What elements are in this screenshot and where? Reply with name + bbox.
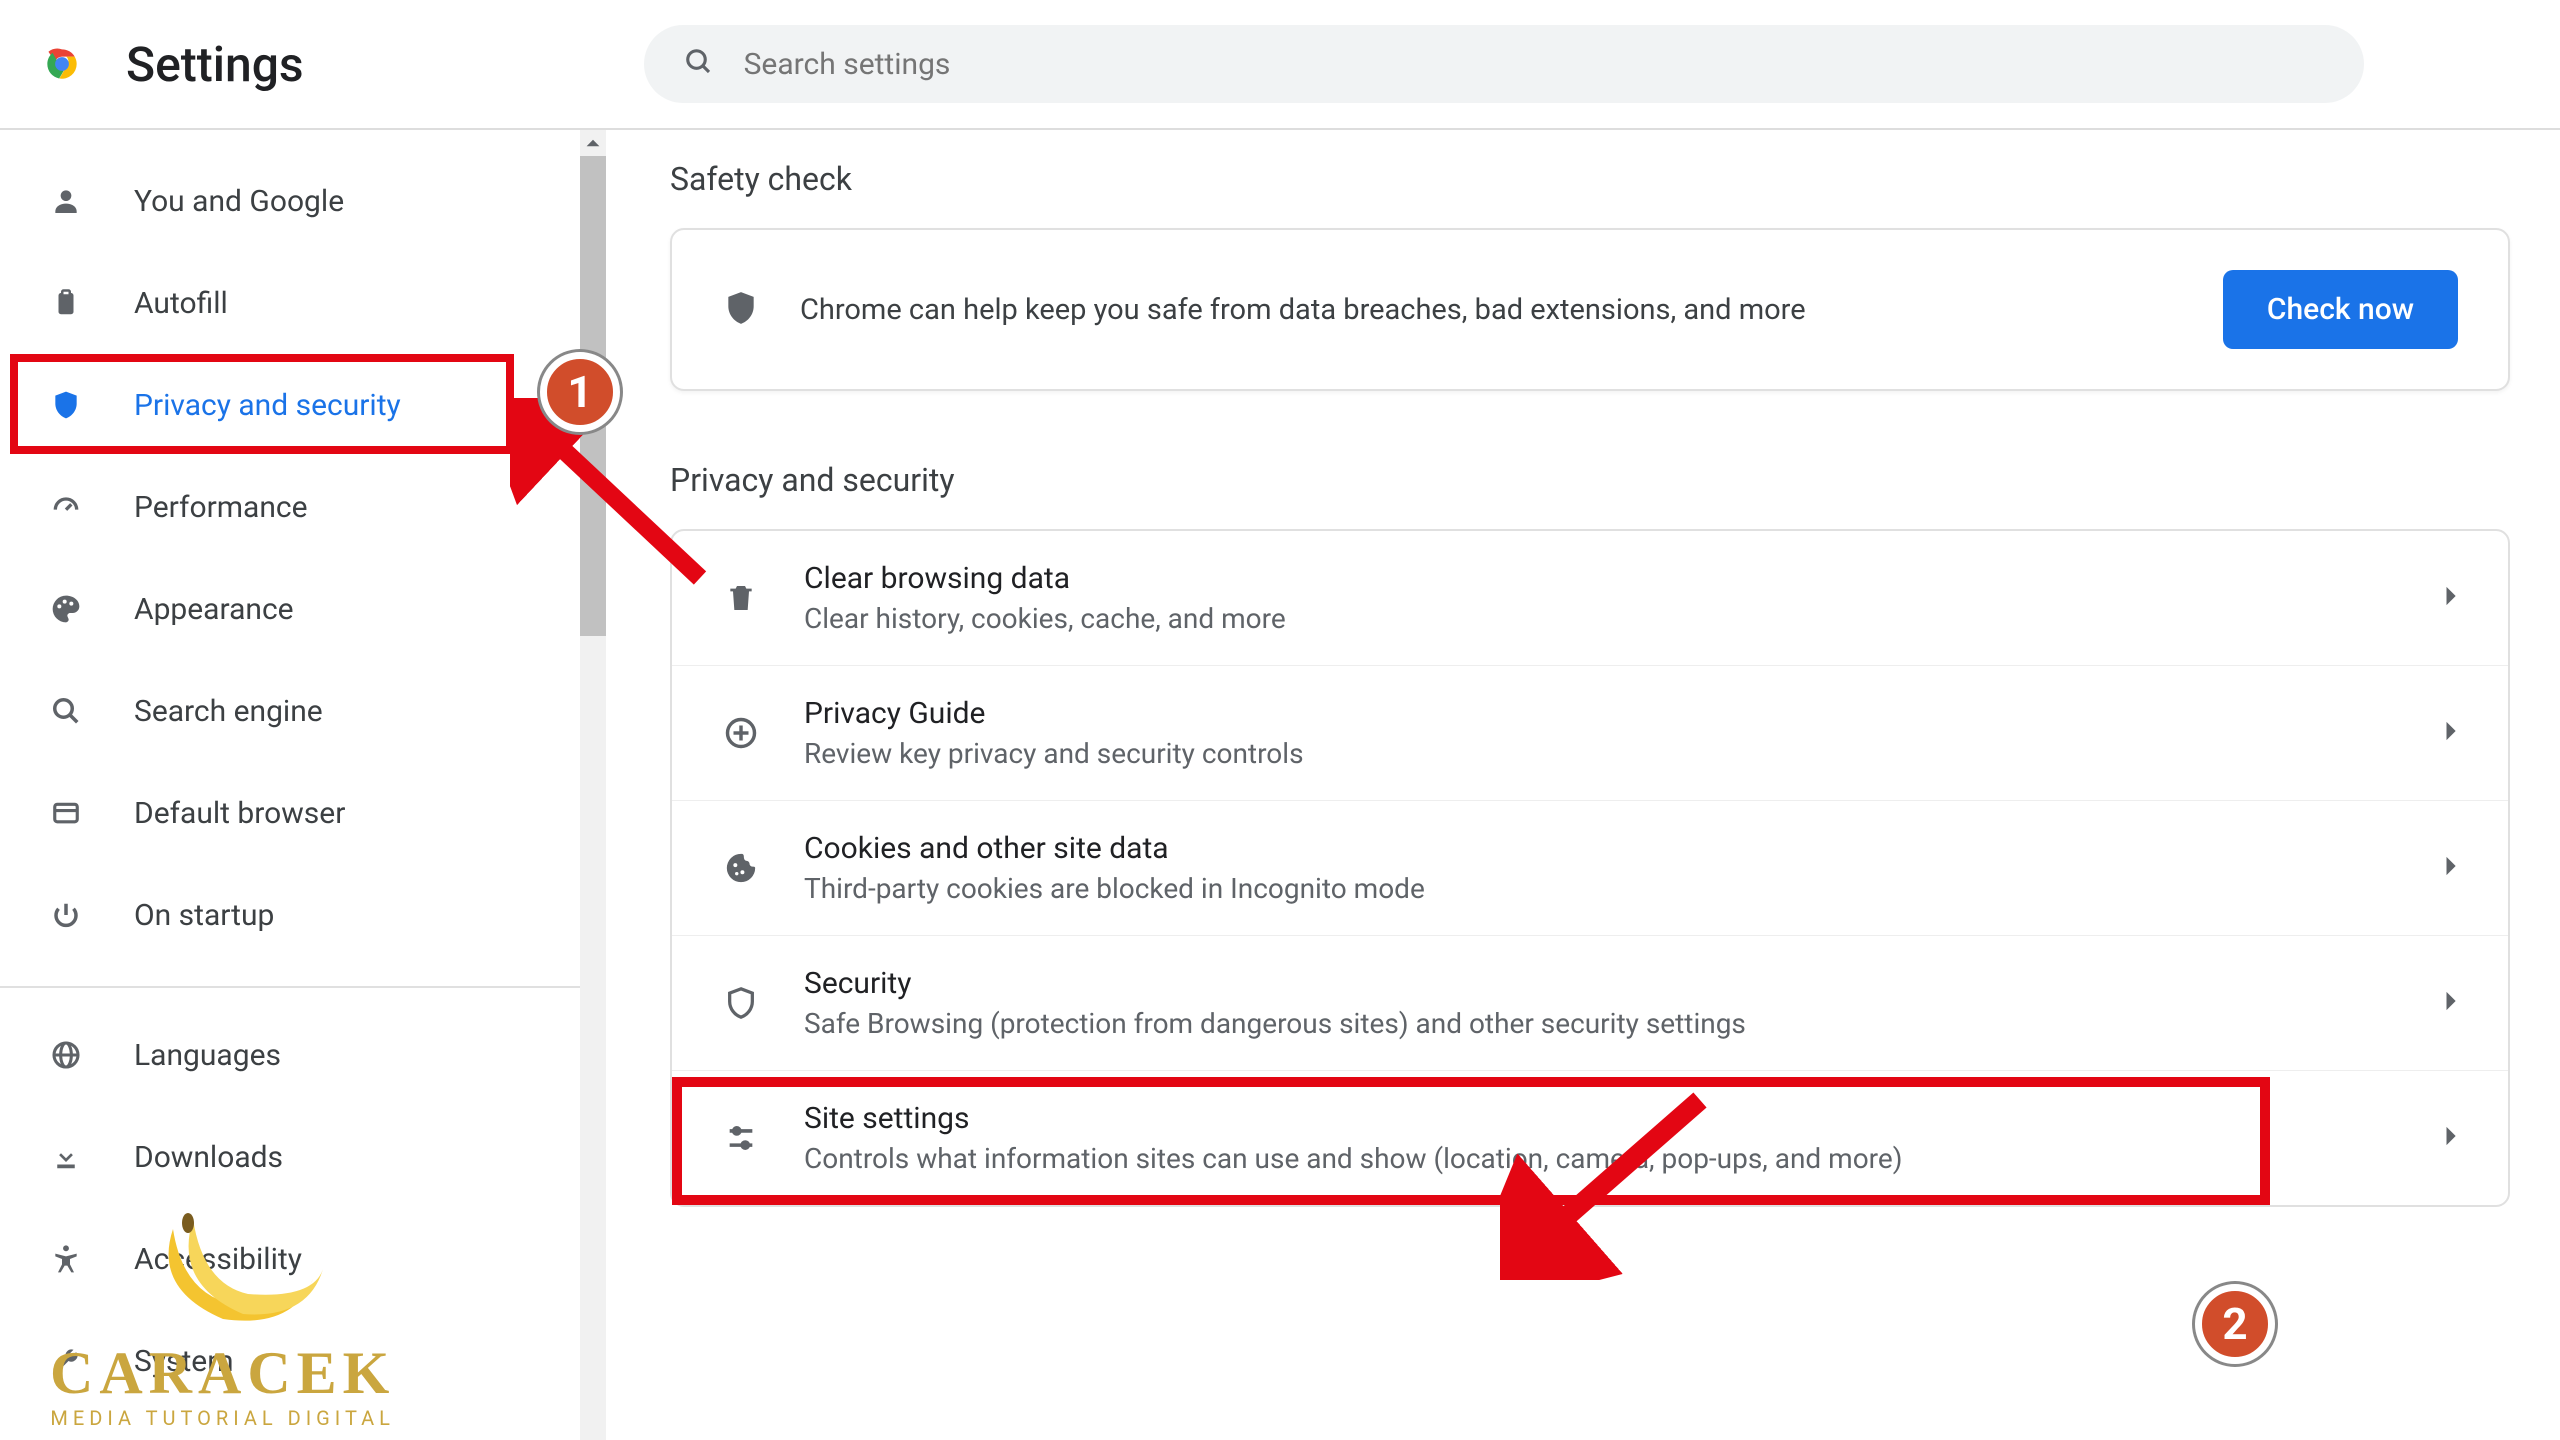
annotation-marker-2: 2	[2195, 1284, 2275, 1364]
row-title: Security	[804, 966, 2444, 1001]
scrollbar[interactable]	[580, 130, 606, 1440]
annotation-marker-1: 1	[540, 352, 620, 432]
privacy-security-heading: Privacy and security	[670, 461, 2510, 499]
chevron-right-icon	[2444, 720, 2460, 746]
sidebar-item-downloads[interactable]: Downloads	[0, 1106, 580, 1208]
row-privacy-guide[interactable]: Privacy Guide Review key privacy and sec…	[672, 666, 2508, 801]
row-desc: Clear history, cookies, cache, and more	[804, 602, 2444, 635]
sidebar-item-label: System	[134, 1344, 234, 1379]
wrench-icon	[48, 1343, 84, 1379]
chrome-logo-icon	[40, 42, 84, 86]
sidebar-item-label: Autofill	[134, 286, 228, 321]
sidebar-item-label: Downloads	[134, 1140, 283, 1175]
search-icon	[684, 47, 714, 81]
row-clear-browsing-data[interactable]: Clear browsing data Clear history, cooki…	[672, 531, 2508, 666]
sidebar-item-languages[interactable]: Languages	[0, 1004, 580, 1106]
annotation-arrow-1	[510, 398, 720, 598]
sidebar-item-you-and-google[interactable]: You and Google	[0, 150, 580, 252]
sidebar-item-label: Languages	[134, 1038, 281, 1073]
safety-check-text: Chrome can help keep you safe from data …	[800, 293, 2223, 327]
sidebar-item-search-engine[interactable]: Search engine	[0, 660, 580, 762]
sidebar-item-accessibility[interactable]: Accessibility	[0, 1208, 580, 1310]
accessibility-icon	[48, 1241, 84, 1277]
sidebar-item-label: Performance	[134, 490, 308, 525]
row-desc: Safe Browsing (protection from dangerous…	[804, 1007, 2444, 1040]
palette-icon	[48, 591, 84, 627]
person-icon	[48, 183, 84, 219]
sidebar-item-label: Appearance	[134, 592, 294, 627]
annotation-arrow-2	[1500, 1080, 1730, 1280]
sidebar-item-label: Default browser	[134, 796, 345, 831]
row-title: Clear browsing data	[804, 561, 2444, 596]
search-input[interactable]	[744, 47, 2324, 82]
scroll-up-icon[interactable]	[580, 130, 606, 156]
shield-icon	[720, 982, 762, 1024]
compass-icon	[720, 712, 762, 754]
cookie-icon	[720, 847, 762, 889]
sidebar-item-autofill[interactable]: Autofill	[0, 252, 580, 354]
sidebar-item-label: Search engine	[134, 694, 323, 729]
sidebar-item-default-browser[interactable]: Default browser	[0, 762, 580, 864]
header: Settings	[0, 0, 2560, 130]
speedometer-icon	[48, 489, 84, 525]
trash-icon	[720, 577, 762, 619]
shield-check-icon	[48, 387, 84, 423]
row-cookies[interactable]: Cookies and other site data Third-party …	[672, 801, 2508, 936]
sidebar-item-label: You and Google	[134, 184, 344, 219]
globe-icon	[48, 1037, 84, 1073]
sidebar-item-on-startup[interactable]: On startup	[0, 864, 580, 966]
row-desc: Review key privacy and security controls	[804, 737, 2444, 770]
row-security[interactable]: Security Safe Browsing (protection from …	[672, 936, 2508, 1071]
check-now-button[interactable]: Check now	[2223, 270, 2458, 349]
chevron-right-icon	[2444, 585, 2460, 611]
sidebar-item-label: Accessibility	[134, 1242, 302, 1277]
power-icon	[48, 897, 84, 933]
chevron-right-icon	[2444, 1125, 2460, 1151]
sidebar-item-privacy-and-security[interactable]: Privacy and security	[0, 354, 580, 456]
safety-check-heading: Safety check	[670, 160, 2510, 198]
search-box[interactable]	[644, 25, 2364, 103]
row-desc: Third-party cookies are blocked in Incog…	[804, 872, 2444, 905]
chevron-right-icon	[2444, 990, 2460, 1016]
row-title: Cookies and other site data	[804, 831, 2444, 866]
shield-icon	[722, 289, 760, 331]
sidebar: You and Google Autofill Privacy and secu…	[0, 130, 580, 1440]
sidebar-item-system[interactable]: System	[0, 1310, 580, 1412]
safety-check-card: Chrome can help keep you safe from data …	[670, 228, 2510, 391]
sidebar-item-appearance[interactable]: Appearance	[0, 558, 580, 660]
sliders-icon	[720, 1117, 762, 1159]
page-title: Settings	[126, 36, 304, 93]
chevron-right-icon	[2444, 855, 2460, 881]
sidebar-item-label: On startup	[134, 898, 274, 933]
clipboard-icon	[48, 285, 84, 321]
browser-window-icon	[48, 795, 84, 831]
row-title: Privacy Guide	[804, 696, 2444, 731]
sidebar-item-label: Privacy and security	[134, 388, 401, 423]
sidebar-divider	[0, 986, 580, 988]
sidebar-item-performance[interactable]: Performance	[0, 456, 580, 558]
download-icon	[48, 1139, 84, 1175]
search-icon	[48, 693, 84, 729]
